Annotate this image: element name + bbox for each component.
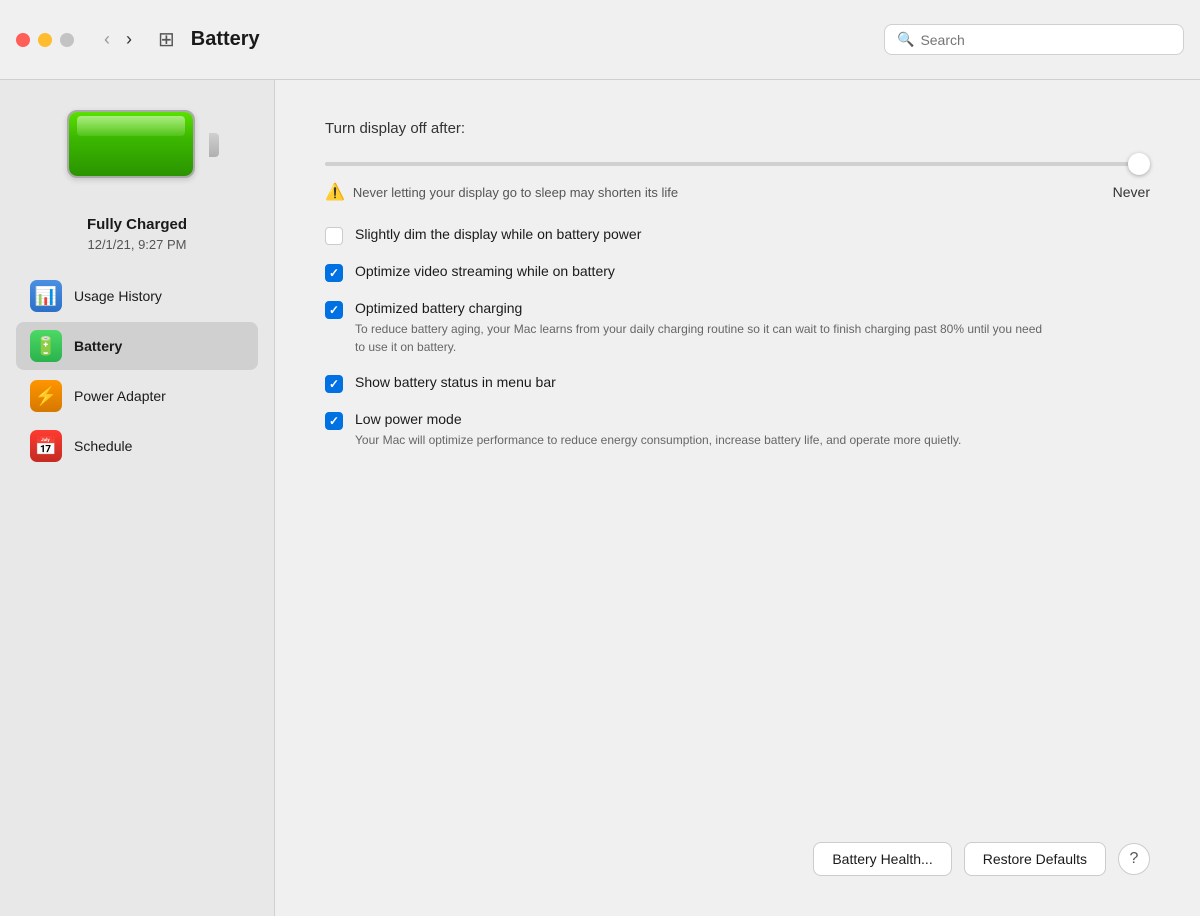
sidebar-item-battery[interactable]: 🔋 Battery [16,322,258,370]
battery-icon-container [67,110,207,180]
help-button[interactable]: ? [1118,843,1150,875]
battery-status: Fully Charged 12/1/21, 9:27 PM [87,216,187,252]
sidebar-item-label-usage-history: Usage History [74,288,162,304]
forward-button[interactable]: › [120,25,138,54]
battery-status-label: Fully Charged [87,216,187,233]
page-title: Battery [191,28,868,51]
warning-icon: ⚠️ [325,182,345,202]
sidebar-item-label-schedule: Schedule [74,438,132,454]
search-input[interactable] [920,32,1171,48]
option-row-low-power-mode: Low power mode Your Mac will optimize pe… [325,411,1150,449]
content-area: Turn display off after: ⚠️ Never letting… [275,80,1200,916]
sidebar: Fully Charged 12/1/21, 9:27 PM 📊 Usage H… [0,80,275,916]
warning-message: Never letting your display go to sleep m… [353,185,678,200]
maximize-button[interactable] [60,33,74,47]
main-layout: Fully Charged 12/1/21, 9:27 PM 📊 Usage H… [0,80,1200,916]
restore-defaults-button[interactable]: Restore Defaults [964,842,1106,876]
checkbox-low-power-mode[interactable] [325,412,343,430]
search-box[interactable]: 🔍 [884,24,1184,55]
option-label-low-power-mode: Low power mode [355,411,961,427]
never-label: Never [1113,184,1150,200]
option-desc-optimized-charging: To reduce battery aging, your Mac learns… [355,320,1055,356]
option-row-dim-display: Slightly dim the display while on batter… [325,226,1150,245]
option-text-low-power-mode: Low power mode Your Mac will optimize pe… [355,411,961,449]
battery-visual [67,110,207,180]
battery-body [67,110,195,178]
sidebar-item-usage-history[interactable]: 📊 Usage History [16,272,258,320]
bottom-bar: Battery Health... Restore Defaults ? [813,842,1150,876]
back-button[interactable]: ‹ [98,25,116,54]
sidebar-item-label-battery: Battery [74,338,122,354]
battery-shine [77,116,185,136]
checkbox-optimize-video[interactable] [325,264,343,282]
warning-row: ⚠️ Never letting your display go to slee… [325,182,1150,202]
usage-history-icon: 📊 [30,280,62,312]
option-row-optimized-charging: Optimized battery charging To reduce bat… [325,300,1150,356]
sidebar-nav: 📊 Usage History 🔋 Battery ⚡ Power Adapte… [0,252,274,470]
option-label-show-battery-status: Show battery status in menu bar [355,374,556,390]
display-off-slider[interactable] [325,162,1150,166]
checkbox-dim-display[interactable] [325,227,343,245]
option-text-dim-display: Slightly dim the display while on batter… [355,226,641,242]
power-adapter-icon: ⚡ [30,380,62,412]
window-controls [16,33,74,47]
schedule-icon: 📅 [30,430,62,462]
option-label-dim-display: Slightly dim the display while on batter… [355,226,641,242]
warning-text: ⚠️ Never letting your display go to slee… [325,182,678,202]
slider-container [325,153,1150,174]
battery-tip [209,133,219,157]
sidebar-item-power-adapter[interactable]: ⚡ Power Adapter [16,372,258,420]
option-label-optimize-video: Optimize video streaming while on batter… [355,263,615,279]
slider-section-label: Turn display off after: [325,120,1150,137]
option-label-optimized-charging: Optimized battery charging [355,300,1055,316]
checkbox-optimized-charging[interactable] [325,301,343,319]
battery-health-button[interactable]: Battery Health... [813,842,951,876]
minimize-button[interactable] [38,33,52,47]
titlebar: ‹ › ⊞ Battery 🔍 [0,0,1200,80]
sidebar-item-label-power-adapter: Power Adapter [74,388,166,404]
option-row-show-battery-status: Show battery status in menu bar [325,374,1150,393]
close-button[interactable] [16,33,30,47]
option-text-optimized-charging: Optimized battery charging To reduce bat… [355,300,1055,356]
options-list: Slightly dim the display while on batter… [325,226,1150,876]
checkbox-show-battery-status[interactable] [325,375,343,393]
sidebar-item-schedule[interactable]: 📅 Schedule [16,422,258,470]
battery-nav-icon: 🔋 [30,330,62,362]
option-text-optimize-video: Optimize video streaming while on batter… [355,263,615,279]
option-row-optimize-video: Optimize video streaming while on batter… [325,263,1150,282]
grid-icon: ⊞ [158,27,175,52]
option-text-show-battery-status: Show battery status in menu bar [355,374,556,390]
search-icon: 🔍 [897,31,914,48]
battery-status-time: 12/1/21, 9:27 PM [87,237,187,252]
option-desc-low-power-mode: Your Mac will optimize performance to re… [355,431,961,449]
nav-arrows: ‹ › [98,25,138,54]
